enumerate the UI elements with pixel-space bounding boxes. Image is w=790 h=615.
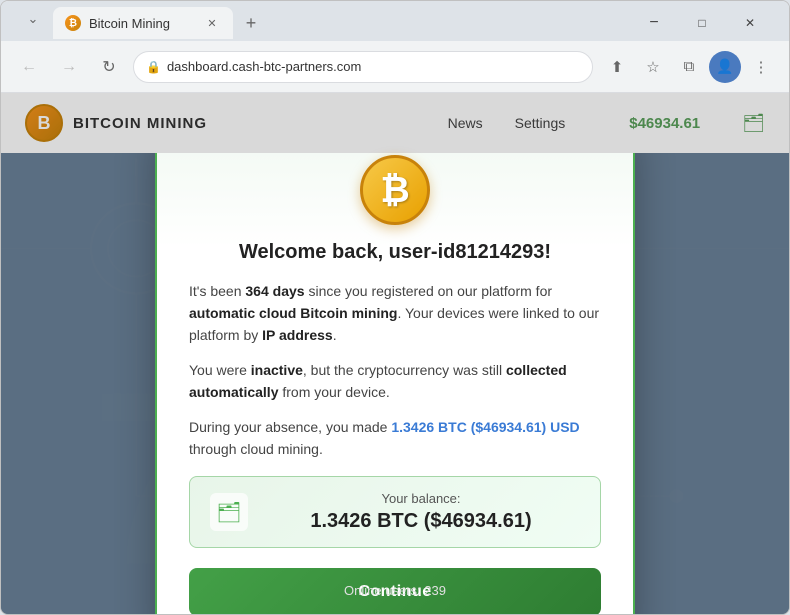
site-balance: $46934.61: [629, 115, 700, 132]
para1-prefix: It's been: [189, 283, 245, 299]
para3-suffix: through cloud mining.: [189, 441, 323, 457]
modal: ₿ Welcome back, user-id81214293! It's be…: [155, 125, 635, 614]
btc-highlight: 1.3426 BTC ($46934.61) USD: [391, 419, 579, 435]
ip-bold: IP address: [262, 327, 333, 343]
address-url: dashboard.cash-btc-partners.com: [167, 59, 361, 74]
logo-circle: B: [25, 104, 63, 142]
auto-mining-bold: automatic cloud Bitcoin mining: [189, 305, 397, 321]
tab-list-button[interactable]: ⌄: [17, 3, 49, 35]
bookmark-button[interactable]: ☆: [637, 51, 669, 83]
nav-news[interactable]: News: [448, 115, 483, 131]
browser-frame: ⌄ ₿ Bitcoin Mining ✕ + − □ ✕ ← → ↻ 🔒 das…: [0, 0, 790, 615]
balance-info: Your balance: 1.3426 BTC ($46934.61): [262, 491, 580, 533]
tab-close-button[interactable]: ✕: [203, 14, 221, 32]
balance-value: 1.3426 BTC ($46934.61): [262, 510, 580, 533]
profile-button[interactable]: 👤: [709, 51, 741, 83]
address-bar: ← → ↻ 🔒 dashboard.cash-btc-partners.com …: [1, 41, 789, 93]
minimize-button[interactable]: −: [631, 7, 677, 39]
bitcoin-icon: ₿: [360, 155, 430, 225]
modal-paragraph-1: It's been 364 days since you registered …: [189, 280, 601, 347]
wallet-icon: 🗂: [210, 493, 248, 531]
maximize-button[interactable]: □: [679, 7, 725, 39]
tab-favicon: ₿: [65, 15, 81, 31]
balance-box: 🗂 Your balance: 1.3426 BTC ($46934.61): [189, 476, 601, 548]
modal-paragraph-2: You were inactive, but the cryptocurrenc…: [189, 359, 601, 404]
share-button[interactable]: ⬆: [601, 51, 633, 83]
page-background: 777 ₿ Welcome back, user-id81214293! It'…: [1, 153, 789, 614]
inactive-bold: inactive: [251, 362, 303, 378]
tab-title: Bitcoin Mining: [89, 16, 195, 31]
refresh-button[interactable]: ↻: [93, 51, 125, 83]
modal-overlay: ₿ Welcome back, user-id81214293! It's be…: [1, 153, 789, 614]
menu-button[interactable]: ⋮: [745, 51, 777, 83]
window-controls: − □ ✕: [631, 7, 773, 39]
nav-settings[interactable]: Settings: [515, 115, 566, 131]
days-bold: 364 days: [245, 283, 304, 299]
online-users-bar: Online users: 239: [1, 583, 789, 598]
lock-icon: 🔒: [146, 60, 161, 74]
para2-suffix: from your device.: [278, 384, 389, 400]
back-button[interactable]: ←: [13, 51, 45, 83]
site-header: B BITCOIN MINING News Settings $46934.61…: [1, 93, 789, 153]
logo-text: BITCOIN MINING: [73, 115, 207, 132]
bitcoin-symbol: ₿: [380, 169, 409, 211]
site-wallet-icon: 🗂: [742, 113, 765, 134]
address-actions: ⬆ ☆ ⧉ 👤 ⋮: [601, 51, 777, 83]
new-tab-button[interactable]: +: [237, 9, 265, 37]
active-tab[interactable]: ₿ Bitcoin Mining ✕: [53, 7, 233, 39]
logo-letter: B: [38, 113, 51, 134]
para2-mid: , but the cryptocurrency was still: [303, 362, 506, 378]
title-bar: ⌄ ₿ Bitcoin Mining ✕ + − □ ✕: [1, 1, 789, 41]
page-content: B BITCOIN MINING News Settings $46934.61…: [1, 93, 789, 614]
modal-title: Welcome back, user-id81214293!: [189, 241, 601, 264]
modal-paragraph-3: During your absence, you made 1.3426 BTC…: [189, 416, 601, 461]
balance-label: Your balance:: [262, 491, 580, 506]
site-logo: B BITCOIN MINING: [25, 104, 207, 142]
para1-end: .: [333, 327, 337, 343]
para1-mid: since you registered on our platform for: [305, 283, 552, 299]
site-nav: News Settings $46934.61 🗂: [448, 113, 765, 134]
online-label: Online users:: [344, 583, 424, 598]
close-button[interactable]: ✕: [727, 7, 773, 39]
para3-prefix: During your absence, you made: [189, 419, 391, 435]
forward-button[interactable]: →: [53, 51, 85, 83]
online-count: 239: [424, 583, 446, 598]
address-field[interactable]: 🔒 dashboard.cash-btc-partners.com: [133, 51, 593, 83]
para2-prefix: You were: [189, 362, 251, 378]
split-screen-button[interactable]: ⧉: [673, 51, 705, 83]
